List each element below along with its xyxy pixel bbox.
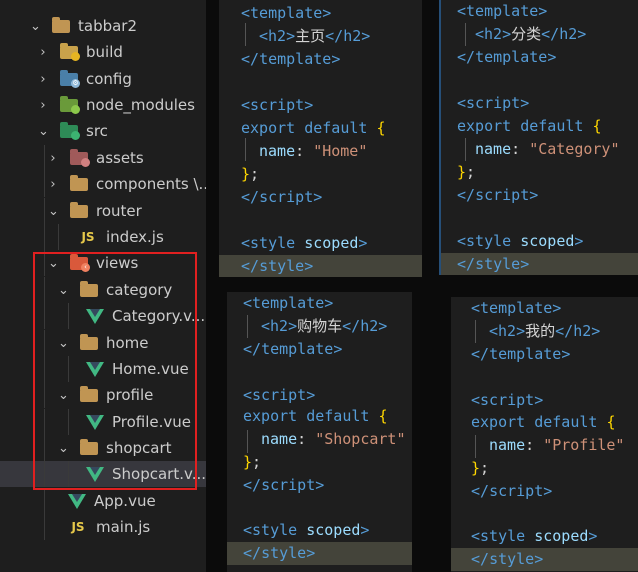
chevron-down-icon: ⌄ (38, 123, 49, 139)
code-line: <h2>我的</h2> (489, 322, 601, 340)
code-line: name: "Shopcart" (261, 430, 406, 448)
code-line: export default { (457, 117, 602, 135)
code-panel-profile[interactable]: <template> <h2>我的</h2> </template> <scri… (451, 297, 638, 572)
folder-build-icon (60, 42, 80, 61)
vue-icon (68, 493, 86, 509)
code-line: }; (471, 459, 490, 477)
code-line-highlighted: </style> (227, 542, 412, 565)
tree-item-label: index.js (106, 228, 164, 246)
code-line: <script> (243, 386, 316, 404)
code-line: </script> (457, 186, 539, 204)
tree-item-main-js[interactable]: JS main.js (0, 514, 206, 540)
code-panel-shopcart[interactable]: <template> <h2>购物车</h2> </template> <scr… (227, 292, 412, 572)
code-line: <script> (457, 94, 530, 112)
chevron-right-icon: › (50, 176, 56, 192)
tree-item-tabbar2[interactable]: ⌄ tabbar2 (0, 13, 206, 39)
code-line: <template> (243, 294, 334, 312)
tree-item-label: src (86, 122, 108, 140)
code-line: <h2>分类</h2> (475, 25, 587, 43)
code-line: <h2>购物车</h2> (261, 317, 388, 335)
code-line: </script> (243, 476, 325, 494)
tree-item-index-js[interactable]: JS index.js (0, 224, 206, 250)
chevron-right-icon: › (40, 97, 46, 113)
code-line: <style scoped> (243, 521, 370, 539)
code-line: <template> (471, 299, 562, 317)
code-line: <script> (471, 391, 544, 409)
code-line: }; (457, 163, 476, 181)
code-line: }; (241, 165, 260, 183)
tree-item-label: config (86, 70, 132, 88)
tree-item-label: App.vue (94, 492, 156, 510)
code-line: <script> (241, 96, 314, 114)
folder-node-icon (60, 95, 80, 114)
tree-item-src[interactable]: ⌄ src (0, 118, 206, 144)
code-line: </template> (241, 50, 341, 68)
views-highlight-box (33, 252, 197, 490)
folder-icon (70, 174, 88, 191)
chevron-right-icon: › (40, 44, 46, 60)
code-line-highlighted: </style> (451, 548, 638, 571)
tree-item-build[interactable]: › build (0, 39, 206, 65)
code-line: <style scoped> (457, 232, 584, 250)
chevron-right-icon: › (50, 150, 56, 166)
tree-item-label: components \... (96, 175, 206, 193)
file-explorer: ⌄ tabbar2 › build › ⚙ config › node_modu… (0, 0, 206, 572)
code-line: name: "Category" (475, 140, 620, 158)
code-line: </script> (241, 188, 323, 206)
code-panel-home[interactable]: <template> <h2>主页</h2> </template> <scri… (219, 0, 422, 277)
code-line: name: "Home" (259, 142, 368, 160)
code-line: export default { (241, 119, 386, 137)
tree-item-assets[interactable]: › assets (0, 145, 206, 171)
chevron-down-icon: ⌄ (48, 203, 59, 219)
code-line: </template> (471, 345, 571, 363)
tree-item-app-vue[interactable]: App.vue (0, 488, 206, 514)
code-line: name: "Profile" (489, 436, 625, 454)
code-line: export default { (243, 407, 388, 425)
code-line-highlighted: </style> (441, 253, 638, 275)
tree-item-label: router (96, 202, 142, 220)
chevron-right-icon: › (40, 71, 46, 87)
chevron-down-icon: ⌄ (30, 18, 41, 34)
code-line: <template> (457, 2, 548, 20)
tree-item-label: main.js (96, 518, 151, 536)
tree-item-label: node_modules (86, 96, 195, 114)
code-line: </template> (243, 340, 343, 358)
tree-item-router[interactable]: ⌄ router (0, 198, 206, 224)
folder-src-icon (60, 121, 80, 140)
tree-item-label: tabbar2 (78, 17, 138, 35)
folder-open-icon (52, 16, 70, 33)
tree-item-label: build (86, 43, 123, 61)
code-line-highlighted: </style> (219, 255, 422, 277)
code-line: }; (243, 453, 262, 471)
code-line: export default { (471, 413, 616, 431)
tree-item-label: assets (96, 149, 144, 167)
code-line: <style scoped> (471, 527, 598, 545)
code-line: <h2>主页</h2> (259, 27, 371, 45)
folder-assets-icon (70, 148, 90, 167)
folder-config-icon: ⚙ (60, 69, 80, 88)
code-line: </template> (457, 48, 557, 66)
code-line: <style scoped> (241, 234, 368, 252)
tree-item-node-modules[interactable]: › node_modules (0, 92, 206, 118)
tree-item-components[interactable]: › components \... (0, 171, 206, 197)
js-icon: JS (71, 520, 85, 534)
folder-open-icon (70, 201, 88, 218)
code-line: <template> (241, 4, 332, 22)
code-panel-category[interactable]: <template> <h2>分类</h2> </template> <scri… (439, 0, 638, 275)
code-line: </script> (471, 482, 553, 500)
js-icon: JS (81, 230, 95, 244)
tree-item-config[interactable]: › ⚙ config (0, 66, 206, 92)
